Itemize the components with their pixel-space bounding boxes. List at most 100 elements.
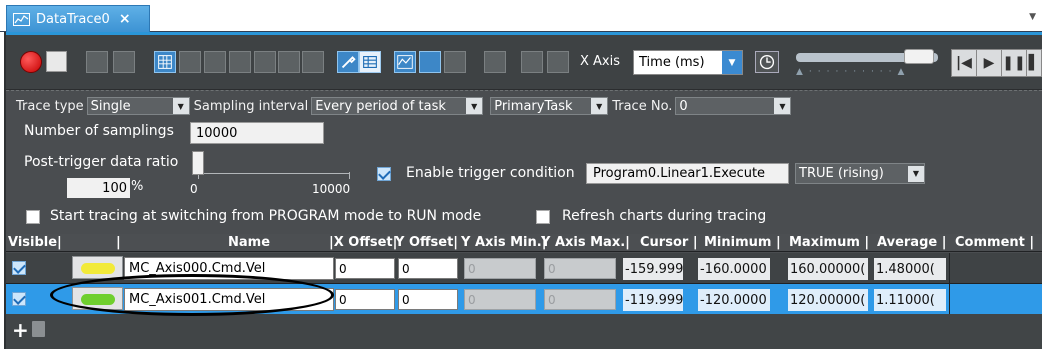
comment-cell[interactable] <box>949 253 1042 283</box>
average-value: 1.11000( <box>874 289 946 311</box>
task-value: PrimaryTask <box>494 98 573 114</box>
color-swatch <box>81 263 115 274</box>
post-trigger-field[interactable]: 100 <box>67 178 130 198</box>
chevron-down-icon: ▼ <box>722 51 742 74</box>
stop-button[interactable] <box>46 51 67 72</box>
app-window: DataTrace0 × ▼ X Axis Time (ms) ▼ ▲·····… <box>0 0 1042 349</box>
refresh-charts-checkbox[interactable] <box>536 210 550 224</box>
col-x-offset[interactable]: |X Offset| <box>329 235 397 251</box>
trace-panel: X Axis Time (ms) ▼ ▲··········▲ |◀ ▶ ❚❚ … <box>4 32 1042 349</box>
table-row[interactable]: MC_Axis000.Cmd.Vel 0 0 0 0 -159.9999 -16… <box>6 253 1042 284</box>
pause-icon[interactable]: ❚❚ <box>1001 49 1027 77</box>
x-offset-field[interactable]: 0 <box>335 289 395 310</box>
settings-icon[interactable] <box>337 51 359 73</box>
chevron-down-icon: ▼ <box>172 98 189 114</box>
y-axis-min-field: 0 <box>464 258 536 279</box>
x-offset-field[interactable]: 0 <box>335 258 395 279</box>
col-visible[interactable]: Visible| <box>8 235 62 251</box>
num-samplings-label: Number of samplings <box>24 123 174 139</box>
close-icon[interactable]: × <box>119 11 131 27</box>
enable-trigger-label: Enable trigger condition <box>406 165 575 181</box>
zoom-icon[interactable] <box>278 51 300 73</box>
wave-settings-icon[interactable] <box>484 51 506 73</box>
trace-type-value: Single <box>90 98 131 114</box>
cursor-value: -159.9999 <box>623 258 683 280</box>
line-chart-icon[interactable] <box>179 51 201 73</box>
cursor-icon[interactable] <box>204 51 226 73</box>
copy-icon[interactable] <box>521 51 543 73</box>
color-button[interactable] <box>72 287 123 310</box>
trace-no-select[interactable]: 0 ▼ <box>675 97 792 115</box>
post-trigger-slider-thumb[interactable] <box>192 151 204 175</box>
col-comment[interactable]: Comment | <box>955 235 1034 251</box>
tab-title: DataTrace0 <box>36 11 110 27</box>
tab-datatrace0[interactable]: DataTrace0 × <box>6 5 150 32</box>
refresh-charts-label: Refresh charts during tracing <box>562 208 767 224</box>
col-separator: | <box>116 235 121 250</box>
col-minimum[interactable]: Minimum | <box>704 235 781 251</box>
post-trigger-max: 10000 <box>312 182 351 196</box>
col-y-max[interactable]: Y Axis Max.| <box>541 235 630 251</box>
y-axis-min-field: 0 <box>464 289 536 310</box>
record-button[interactable] <box>20 51 42 73</box>
table-icon[interactable] <box>359 51 381 73</box>
comment-cell[interactable] <box>949 284 1042 314</box>
variable-name-field[interactable]: MC_Axis001.Cmd.Vel <box>124 288 334 311</box>
play-icon[interactable]: ▶ <box>976 49 1002 77</box>
trigger-variable-field[interactable]: Program0.Linear1.Execute <box>586 163 789 184</box>
start-tracing-checkbox[interactable] <box>26 210 40 224</box>
post-trigger-slider[interactable] <box>192 151 350 181</box>
table-row[interactable]: MC_Axis001.Cmd.Vel 0 0 0 0 -119.9999 -12… <box>6 284 1042 315</box>
y-offset-field[interactable]: 0 <box>398 258 458 279</box>
maximum-value: 120.00000( <box>788 289 868 311</box>
trace-type-label: Trace type <box>16 98 84 114</box>
color-button[interactable] <box>72 256 123 279</box>
clock-icon[interactable] <box>755 51 779 73</box>
tab-menu-icon[interactable]: ▼ <box>1029 12 1036 22</box>
chevron-down-icon: ▼ <box>908 165 924 182</box>
table-footer: + <box>6 314 1042 349</box>
color-swatch <box>81 294 115 305</box>
task-select[interactable]: PrimaryTask ▼ <box>490 97 609 115</box>
measure-icon[interactable] <box>254 51 276 73</box>
visible-checkbox[interactable] <box>12 292 26 306</box>
col-average[interactable]: Average | <box>877 235 946 251</box>
num-samplings-field[interactable]: 10000 <box>190 122 324 144</box>
col-name[interactable]: Name <box>228 235 270 251</box>
skip-back-icon[interactable]: |◀ <box>951 49 977 77</box>
stacked-chart-icon[interactable] <box>419 51 441 73</box>
chevron-down-icon: ▼ <box>591 98 608 114</box>
chart-icon <box>13 12 30 26</box>
camera-icon[interactable] <box>444 51 466 73</box>
col-y-offset[interactable]: Y Offset| <box>395 235 458 251</box>
table-header: Visible| | Name |X Offset| Y Offset| Y A… <box>6 234 1042 252</box>
sampling-interval-select[interactable]: Every period of task ▼ <box>311 97 484 115</box>
trigger-condition-select[interactable]: TRUE (rising) ▼ <box>795 163 925 184</box>
minimum-value: -160.0000 <box>698 258 770 280</box>
col-maximum[interactable]: Maximum | <box>789 235 869 251</box>
waveform-icon[interactable] <box>394 51 416 73</box>
two-cursors-icon[interactable] <box>229 51 251 73</box>
skip-forward-icon[interactable]: ▌ <box>1026 49 1042 77</box>
grid-icon[interactable] <box>154 51 176 73</box>
enable-trigger-checkbox[interactable] <box>377 167 391 181</box>
col-y-min[interactable]: Y Axis Min.| <box>461 235 546 251</box>
time-slider-thumb[interactable] <box>904 49 934 64</box>
variable-name-field[interactable]: MC_Axis000.Cmd.Vel <box>124 257 334 280</box>
visible-checkbox[interactable] <box>12 261 26 275</box>
paste-icon[interactable] <box>547 51 569 73</box>
post-trigger-unit: % <box>131 179 144 194</box>
trash-icon[interactable] <box>32 321 45 337</box>
export-icon[interactable] <box>113 51 135 73</box>
minimum-value: -120.0000 <box>698 289 770 311</box>
col-cursor[interactable]: Cursor | <box>640 235 698 251</box>
chevron-down-icon: ▼ <box>466 98 483 114</box>
add-icon[interactable]: + <box>12 320 29 340</box>
sampling-interval-label: Sampling interval <box>193 98 309 114</box>
trace-type-select[interactable]: Single ▼ <box>86 97 190 115</box>
y-offset-field[interactable]: 0 <box>398 289 458 310</box>
chart-area-icon[interactable] <box>302 51 324 73</box>
trigger-icon[interactable] <box>86 51 108 73</box>
x-axis-value: Time (ms) <box>639 55 705 70</box>
x-axis-select[interactable]: Time (ms) ▼ <box>633 50 743 75</box>
